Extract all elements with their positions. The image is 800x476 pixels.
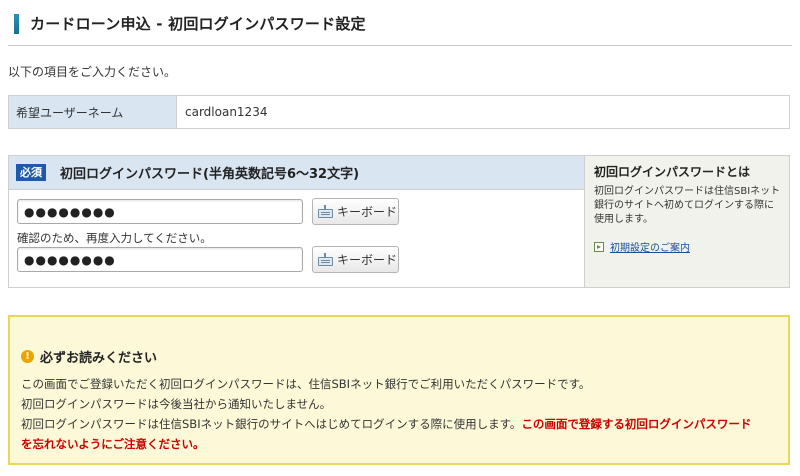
notice-line-3: 初回ログインパスワードは住信SBIネット銀行のサイトへはじめてログインする際に使… (21, 414, 781, 434)
password-input[interactable]: ●●●●●●●● (17, 199, 303, 224)
password-label: 初回ログインパスワード(半角英数記号6～32文字) (60, 167, 360, 182)
password-section: 必須 初回ログインパスワード(半角英数記号6～32文字) ●●●●●●●● キー… (8, 155, 790, 288)
username-row: 希望ユーザーネーム cardloan1234 (8, 95, 790, 129)
password-header: 必須 初回ログインパスワード(半角英数記号6～32文字) (9, 156, 584, 190)
notice-line-3-text: 初回ログインパスワードは住信SBIネット銀行のサイトへはじめてログインする際に使… (21, 417, 522, 431)
notice-box: ! 必ずお読みください この画面でご登録いただく初回ログインパスワードは、住信S… (8, 315, 790, 465)
warning-icon: ! (21, 350, 34, 363)
password-confirm-input[interactable]: ●●●●●●●● (17, 247, 303, 272)
software-keyboard-button[interactable]: キーボード (312, 198, 399, 225)
notice-warning-part2: を忘れないようにご注意ください。 (21, 437, 205, 451)
password-form: 必須 初回ログインパスワード(半角英数記号6～32文字) ●●●●●●●● キー… (9, 156, 585, 287)
external-link-icon (594, 241, 604, 252)
keyboard-button-label: キーボード (337, 205, 398, 219)
software-keyboard-button-confirm[interactable]: キーボード (312, 246, 399, 273)
intro-text: 以下の項目をご入力ください。 (8, 65, 177, 79)
notice-line-1: この画面でご登録いただく初回ログインパスワードは、住信SBIネット銀行でご利用い… (21, 377, 591, 391)
setup-guide-link-text: 初期設定のご案内 (610, 243, 690, 254)
title-accent-bar (14, 14, 19, 34)
notice-warning-part1: この画面で登録する初回ログインパスワード (521, 417, 752, 431)
page-title: カードローン申込 - 初回ログインパスワード設定 (30, 15, 366, 33)
required-badge: 必須 (16, 164, 46, 181)
notice-body: この画面でご登録いただく初回ログインパスワードは、住信SBIネット銀行でご利用い… (21, 374, 781, 454)
keyboard-button-label: キーボード (337, 253, 398, 267)
username-label: 希望ユーザーネーム (9, 96, 177, 128)
notice-title-text: 必ずお読みください (40, 351, 158, 366)
notice-line-2: 初回ログインパスワードは今後当社から通知いたしません。 (21, 397, 332, 411)
username-value: cardloan1234 (185, 105, 268, 119)
setup-guide-link[interactable]: 初期設定のご案内 (594, 239, 781, 254)
help-title: 初回ログインパスワードとは (594, 165, 751, 179)
notice-line-4: を忘れないようにご注意ください。 (21, 434, 781, 454)
keyboard-icon (318, 205, 333, 218)
keyboard-icon (318, 253, 333, 266)
notice-title: ! 必ずお読みください (21, 347, 157, 366)
password-help-panel: 初回ログインパスワードとは 初回ログインパスワードは住信SBIネット銀行のサイト… (585, 156, 789, 287)
page-header: カードローン申込 - 初回ログインパスワード設定 (8, 10, 792, 46)
confirm-instruction: 確認のため、再度入力してください。 (17, 231, 212, 245)
help-body: 初回ログインパスワードは住信SBIネット銀行のサイトへ初めてログインする際に使用… (594, 186, 781, 225)
